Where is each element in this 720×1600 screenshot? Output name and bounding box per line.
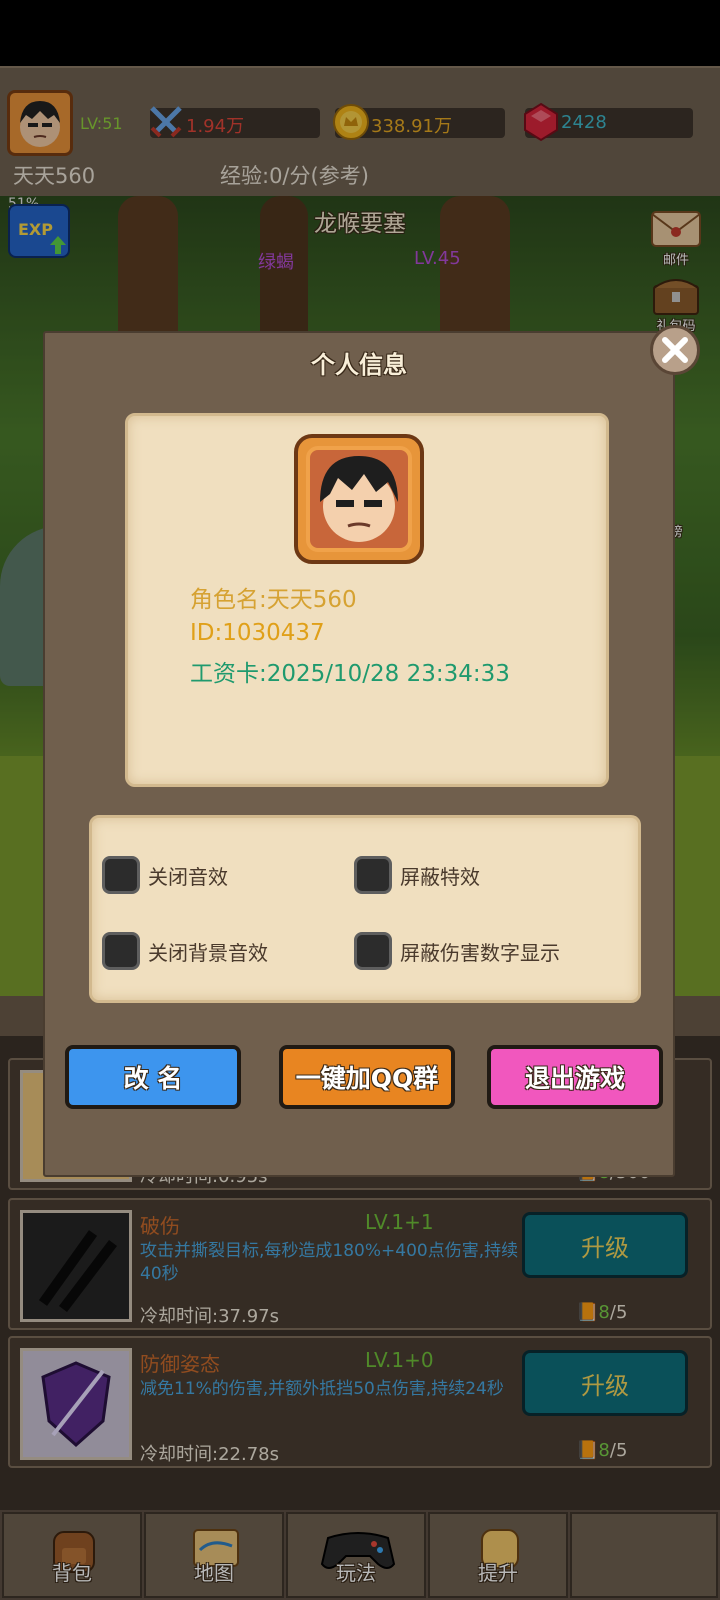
rename-button[interactable]: 改 名 <box>65 1045 241 1109</box>
profile-info-panel: 角色名:天天560 ID:1030437 工资卡:2025/10/28 23:3… <box>125 413 609 787</box>
hide-effects-checkbox[interactable]: 屏蔽特效 <box>354 856 480 894</box>
salary-card-expiry: 工资卡:2025/10/28 23:34:33 <box>190 661 510 687</box>
mute-sfx-checkbox[interactable]: 关闭音效 <box>102 856 228 894</box>
profile-dialog: 个人信息 角色名:天天560 ID:1030437 工资卡:2025/10/28… <box>43 331 675 1177</box>
close-icon <box>662 337 688 363</box>
role-name: 角色名:天天560 <box>190 587 357 613</box>
hide-damage-label: 屏蔽伤害数字显示 <box>400 940 560 965</box>
checkbox-box[interactable] <box>102 932 140 970</box>
player-portrait <box>294 434 424 564</box>
mute-bgm-label: 关闭背景音效 <box>148 940 268 965</box>
quit-game-button[interactable]: 退出游戏 <box>487 1045 663 1109</box>
player-id: ID:1030437 <box>190 620 325 646</box>
hide-damage-checkbox[interactable]: 屏蔽伤害数字显示 <box>354 932 560 970</box>
settings-panel: 关闭音效 屏蔽特效 关闭背景音效 屏蔽伤害数字显示 <box>89 815 641 1003</box>
hero-face-icon <box>306 446 412 552</box>
dialog-title: 个人信息 <box>311 351 407 379</box>
mute-sfx-label: 关闭音效 <box>148 864 228 889</box>
checkbox-box[interactable] <box>354 856 392 894</box>
hide-effects-label: 屏蔽特效 <box>400 864 480 889</box>
checkbox-box[interactable] <box>354 932 392 970</box>
checkbox-box[interactable] <box>102 856 140 894</box>
close-dialog-button[interactable] <box>650 325 700 375</box>
join-qq-group-button[interactable]: 一键加QQ群 <box>279 1045 455 1109</box>
mute-bgm-checkbox[interactable]: 关闭背景音效 <box>102 932 268 970</box>
